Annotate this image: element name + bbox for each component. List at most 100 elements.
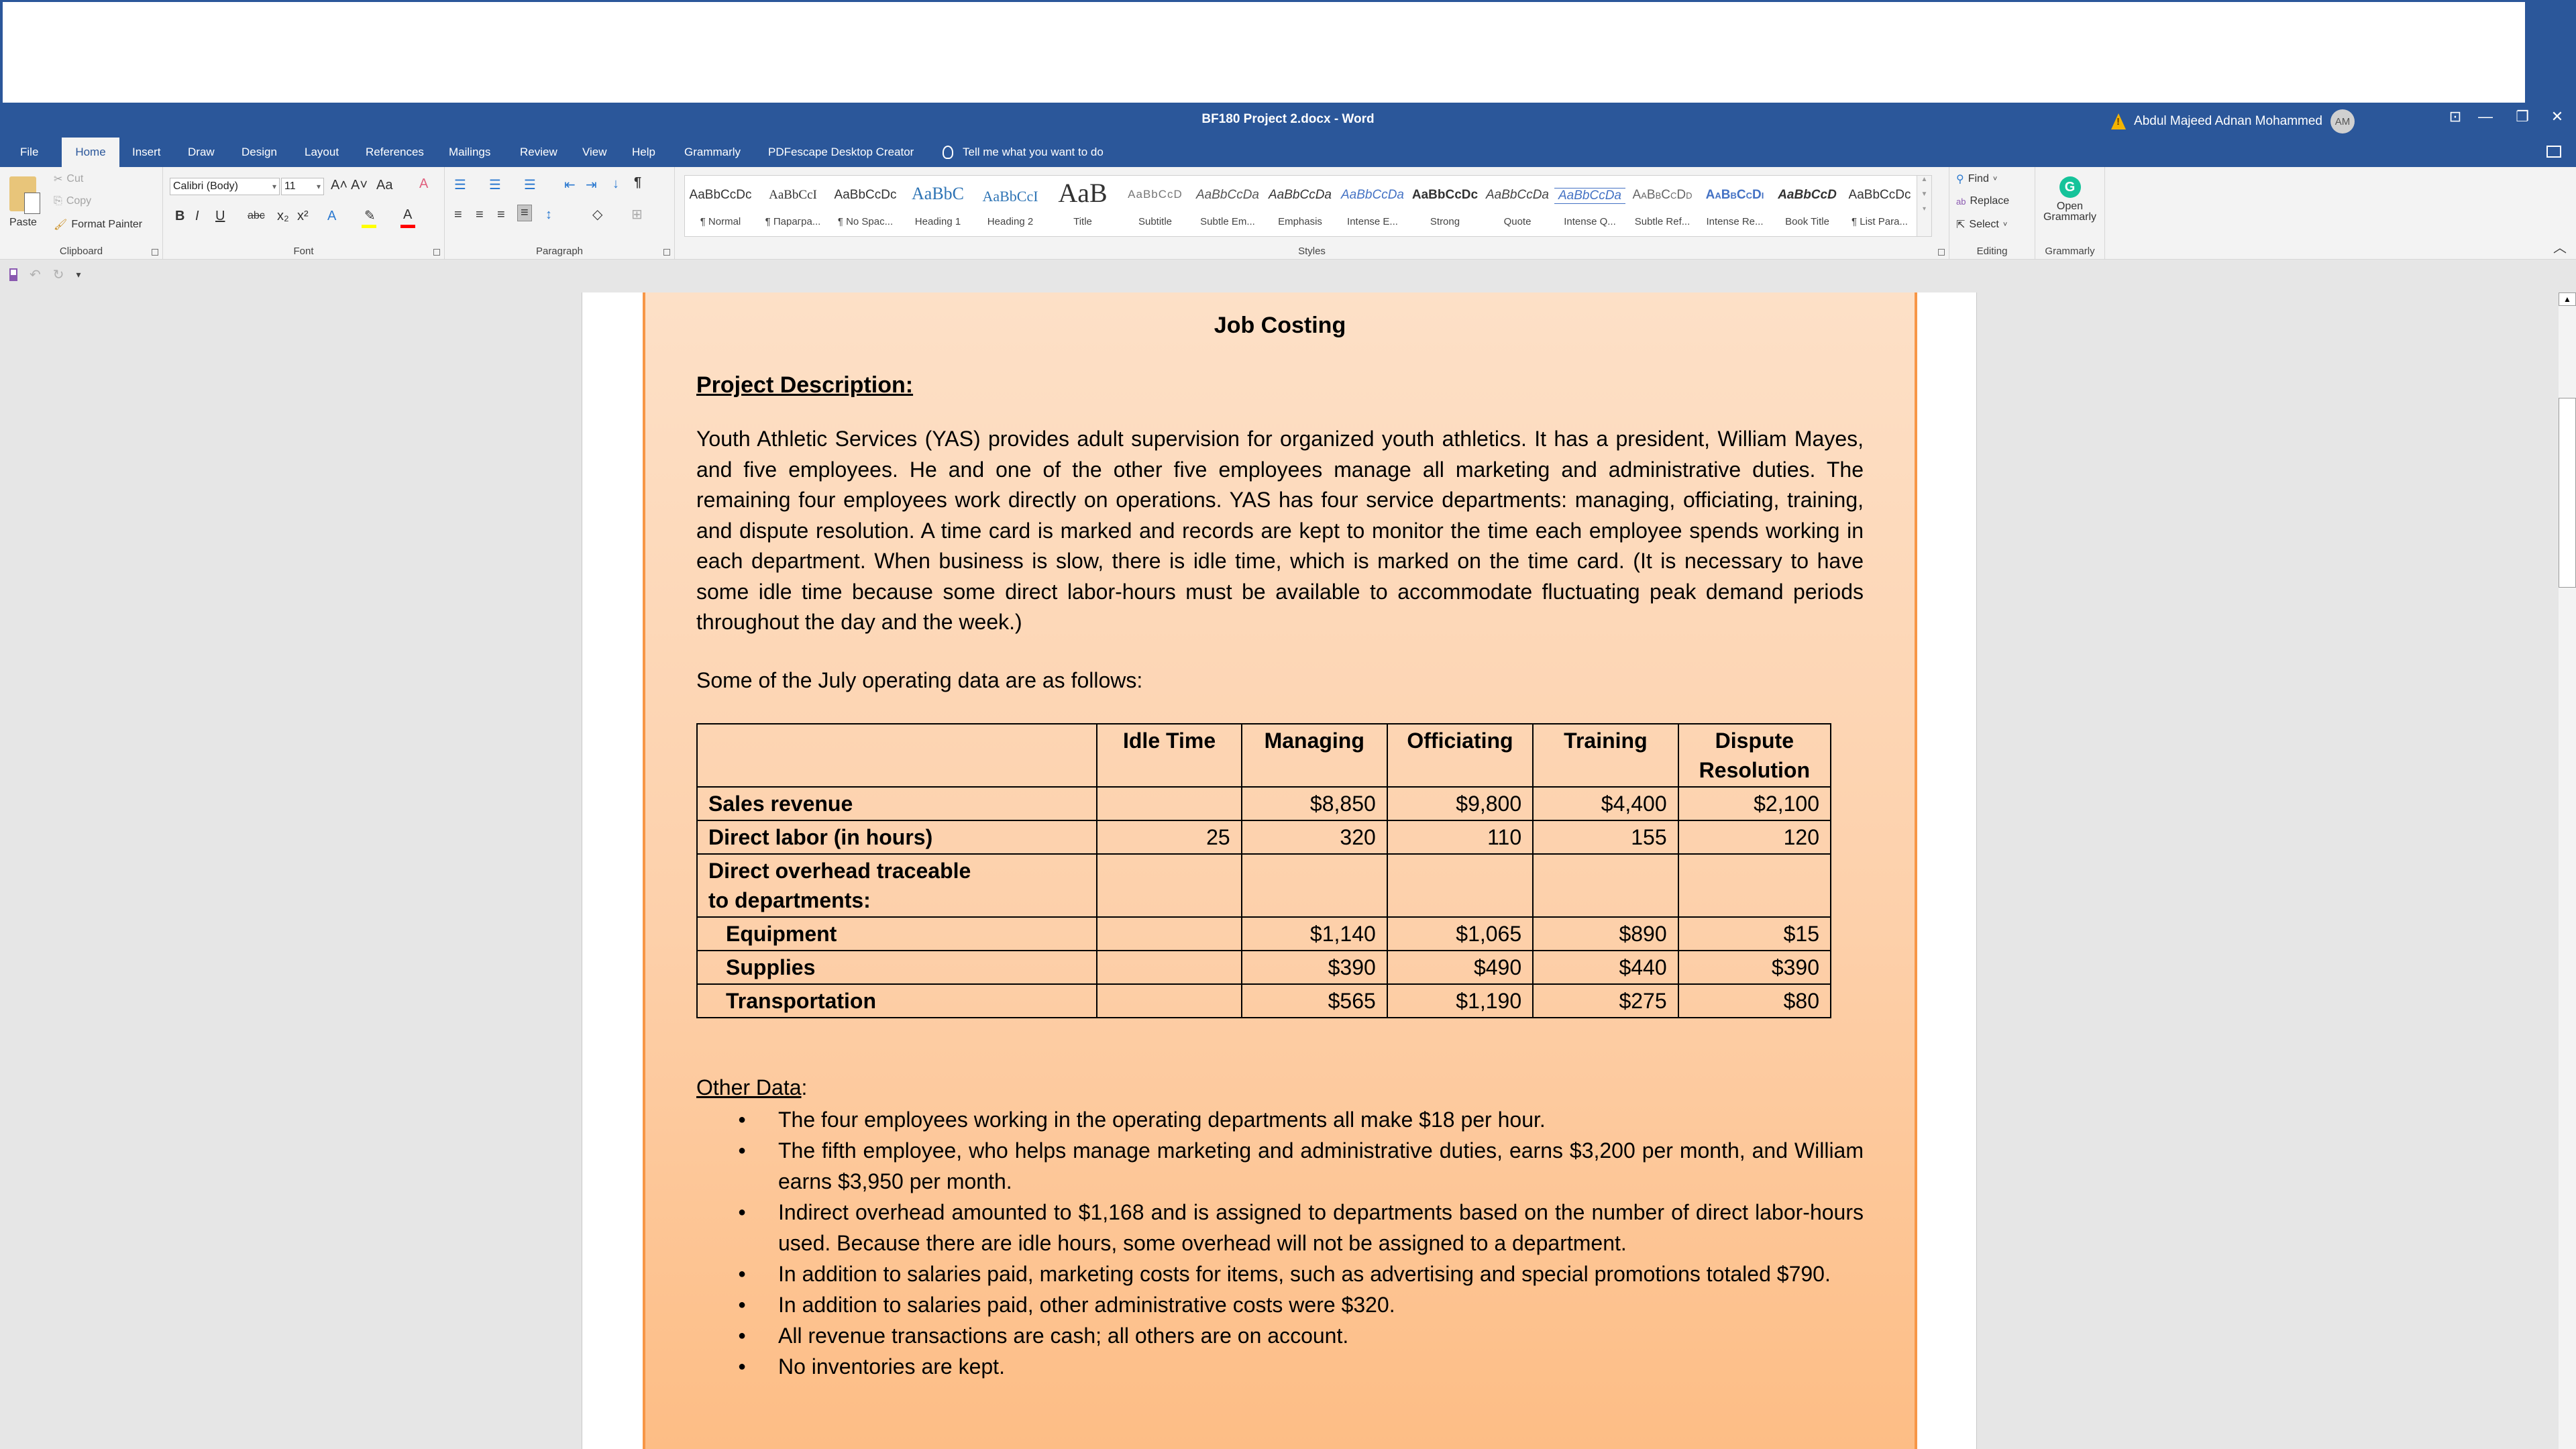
tab-layout[interactable]: Layout [298, 138, 345, 167]
style-normal[interactable]: AaBbCcDc ¶ Normal [685, 176, 756, 236]
editing-label: Editing [1976, 246, 2008, 257]
shrink-font-button[interactable]: A˅ [351, 178, 368, 193]
format-painter-button[interactable]: 🖌 Format Painter [54, 218, 142, 231]
copy-button[interactable]: ⎘ Copy [54, 195, 91, 207]
tab-insert[interactable]: Insert [125, 138, 168, 167]
paragraph-launcher-icon[interactable] [663, 249, 670, 256]
style-emphasis[interactable]: AaBbCcDa Emphasis [1265, 176, 1336, 236]
styles-gallery-scroll[interactable]: ▲ ▼ ▾ [1917, 176, 1931, 236]
tab-references[interactable]: References [359, 138, 431, 167]
comments-icon[interactable] [2546, 146, 2561, 158]
style-intense-reference[interactable]: AaBbCcDi Intense Re... [1699, 176, 1770, 236]
clear-formatting-icon[interactable]: A [419, 176, 428, 192]
replace-button[interactable]: ab Replace [1956, 195, 2009, 207]
grow-font-button[interactable]: A˄ [331, 178, 347, 193]
style-intense-emphasis[interactable]: AaBbCcDa Intense E... [1337, 176, 1408, 236]
font-launcher-icon[interactable] [433, 249, 440, 256]
paste-button[interactable]: Paste [9, 176, 41, 229]
chevron-down-icon: ˅ [2002, 221, 2008, 229]
style-paragraph[interactable]: AaBbCcI ¶ Парагра... [757, 176, 828, 236]
style-subtle-emphasis[interactable]: AaBbCcDa Subtle Em... [1192, 176, 1263, 236]
vertical-scrollbar[interactable]: ▲ [2559, 292, 2576, 1449]
redo-icon[interactable]: ↻ [53, 266, 64, 283]
document-body[interactable]: Job Costing Project Description: Youth A… [696, 313, 1864, 1382]
change-case-button[interactable]: Aa [376, 178, 392, 193]
minimize-button[interactable]: — [2472, 108, 2499, 125]
scrollbar-thumb[interactable] [2559, 398, 2576, 588]
style-no-spacing[interactable]: AaBbCcDc ¶ No Spac... [830, 176, 901, 236]
italic-button[interactable]: I [195, 209, 199, 224]
style-title[interactable]: AaB Title [1047, 176, 1118, 236]
open-grammarly-button[interactable]: G Open Grammarly [2035, 176, 2104, 223]
sort-icon[interactable]: ↓ [612, 176, 619, 192]
styles-launcher-icon[interactable] [1938, 249, 1945, 256]
tab-view[interactable]: View [576, 138, 614, 167]
style-subtle-reference[interactable]: AaBbCcDd Subtle Ref... [1627, 176, 1698, 236]
text-effects-icon[interactable]: A [327, 209, 336, 224]
tell-me-label[interactable]: Tell me what you want to do [963, 138, 1104, 167]
tab-design[interactable]: Design [235, 138, 284, 167]
avatar[interactable]: AM [2330, 109, 2355, 133]
numbering-icon[interactable]: ☰ [489, 176, 501, 193]
font-size-select[interactable]: 11 [281, 178, 324, 195]
underline-button[interactable]: U [215, 209, 225, 224]
table-cell [1096, 916, 1242, 951]
style-quote[interactable]: AaBbCcDa Quote [1482, 176, 1553, 236]
list-item: Indirect overhead amounted to $1,168 and… [696, 1197, 1864, 1258]
style-book-title[interactable]: AaBbCcD Book Title [1772, 176, 1843, 236]
close-button[interactable]: ✕ [2544, 108, 2571, 125]
lightbulb-icon [943, 146, 953, 159]
bullets-icon[interactable]: ☰ [454, 176, 466, 193]
shading-icon[interactable]: ◇ [592, 206, 602, 223]
align-right-icon[interactable]: ≡ [497, 207, 505, 223]
tell-me-search[interactable]: Tell me what you want to do [943, 138, 1104, 167]
subscript-button[interactable]: x₂ [277, 209, 289, 224]
show-formatting-button[interactable]: ¶ [634, 175, 641, 191]
tab-home[interactable]: Home [62, 138, 119, 167]
tab-mailings[interactable]: Mailings [442, 138, 497, 167]
align-center-icon[interactable]: ≡ [476, 207, 484, 223]
align-left-icon[interactable]: ≡ [454, 207, 462, 223]
highlight-icon[interactable]: ✎ [364, 207, 376, 224]
restore-button[interactable]: ❐ [2509, 108, 2536, 125]
collapse-ribbon-icon[interactable]: ︿ [2553, 237, 2567, 256]
tab-file[interactable]: File [13, 138, 45, 167]
justify-icon[interactable]: ≡ [517, 205, 532, 221]
find-button[interactable]: ⚲ Find ˅ [1956, 172, 1997, 186]
undo-icon[interactable]: ↶ [30, 266, 41, 283]
superscript-button[interactable]: x² [297, 209, 309, 224]
style-list-paragraph[interactable]: AaBbCcDc ¶ List Para... [1844, 176, 1915, 236]
style-heading-2[interactable]: AaBbCcI Heading 2 [975, 176, 1046, 236]
tab-review[interactable]: Review [513, 138, 564, 167]
warning-icon[interactable] [2111, 113, 2127, 129]
font-name-select[interactable]: Calibri (Body) [170, 178, 280, 195]
customize-qat-icon[interactable]: ▾ [76, 269, 81, 280]
strikethrough-button[interactable]: abc [248, 210, 265, 222]
increase-indent-icon[interactable]: ⇥ [586, 176, 597, 193]
style-intense-quote[interactable]: AaBbCcDa Intense Q... [1554, 176, 1625, 236]
document-heading: Job Costing [1214, 313, 1346, 338]
ribbon-display-options-icon[interactable]: ⊡ [2442, 108, 2469, 125]
style-strong[interactable]: AaBbCcDc Strong [1409, 176, 1481, 236]
font-color-icon[interactable]: A [403, 207, 412, 223]
clipboard-launcher-icon[interactable] [152, 249, 158, 256]
save-icon[interactable] [9, 268, 17, 281]
decrease-indent-icon[interactable]: ⇤ [564, 176, 576, 193]
multilevel-list-icon[interactable]: ☰ [524, 176, 536, 193]
editing-group: ⚲ Find ˅ ab Replace ⇱ Select ˅ Editing [1949, 167, 2035, 260]
select-button[interactable]: ⇱ Select ˅ [1956, 218, 2007, 231]
user-name[interactable]: Abdul Majeed Adnan Mohammed [2134, 114, 2322, 129]
account-area[interactable]: Abdul Majeed Adnan Mohammed AM [2111, 109, 2355, 133]
tab-grammarly[interactable]: Grammarly [678, 138, 747, 167]
borders-icon[interactable]: ⊞ [631, 206, 643, 223]
style-heading-1[interactable]: AaBbC Heading 1 [902, 176, 973, 236]
table-cell: $2,100 [1677, 786, 1832, 821]
line-spacing-icon[interactable]: ↕ [545, 207, 552, 223]
style-subtitle[interactable]: AaBbCcD Subtitle [1120, 176, 1191, 236]
scroll-up-icon[interactable]: ▲ [2559, 292, 2576, 306]
tab-draw[interactable]: Draw [181, 138, 221, 167]
tab-pdfescape[interactable]: PDFescape Desktop Creator [761, 138, 920, 167]
cut-button[interactable]: ✂ Cut [54, 172, 83, 186]
bold-button[interactable]: B [175, 209, 184, 224]
tab-help[interactable]: Help [625, 138, 662, 167]
